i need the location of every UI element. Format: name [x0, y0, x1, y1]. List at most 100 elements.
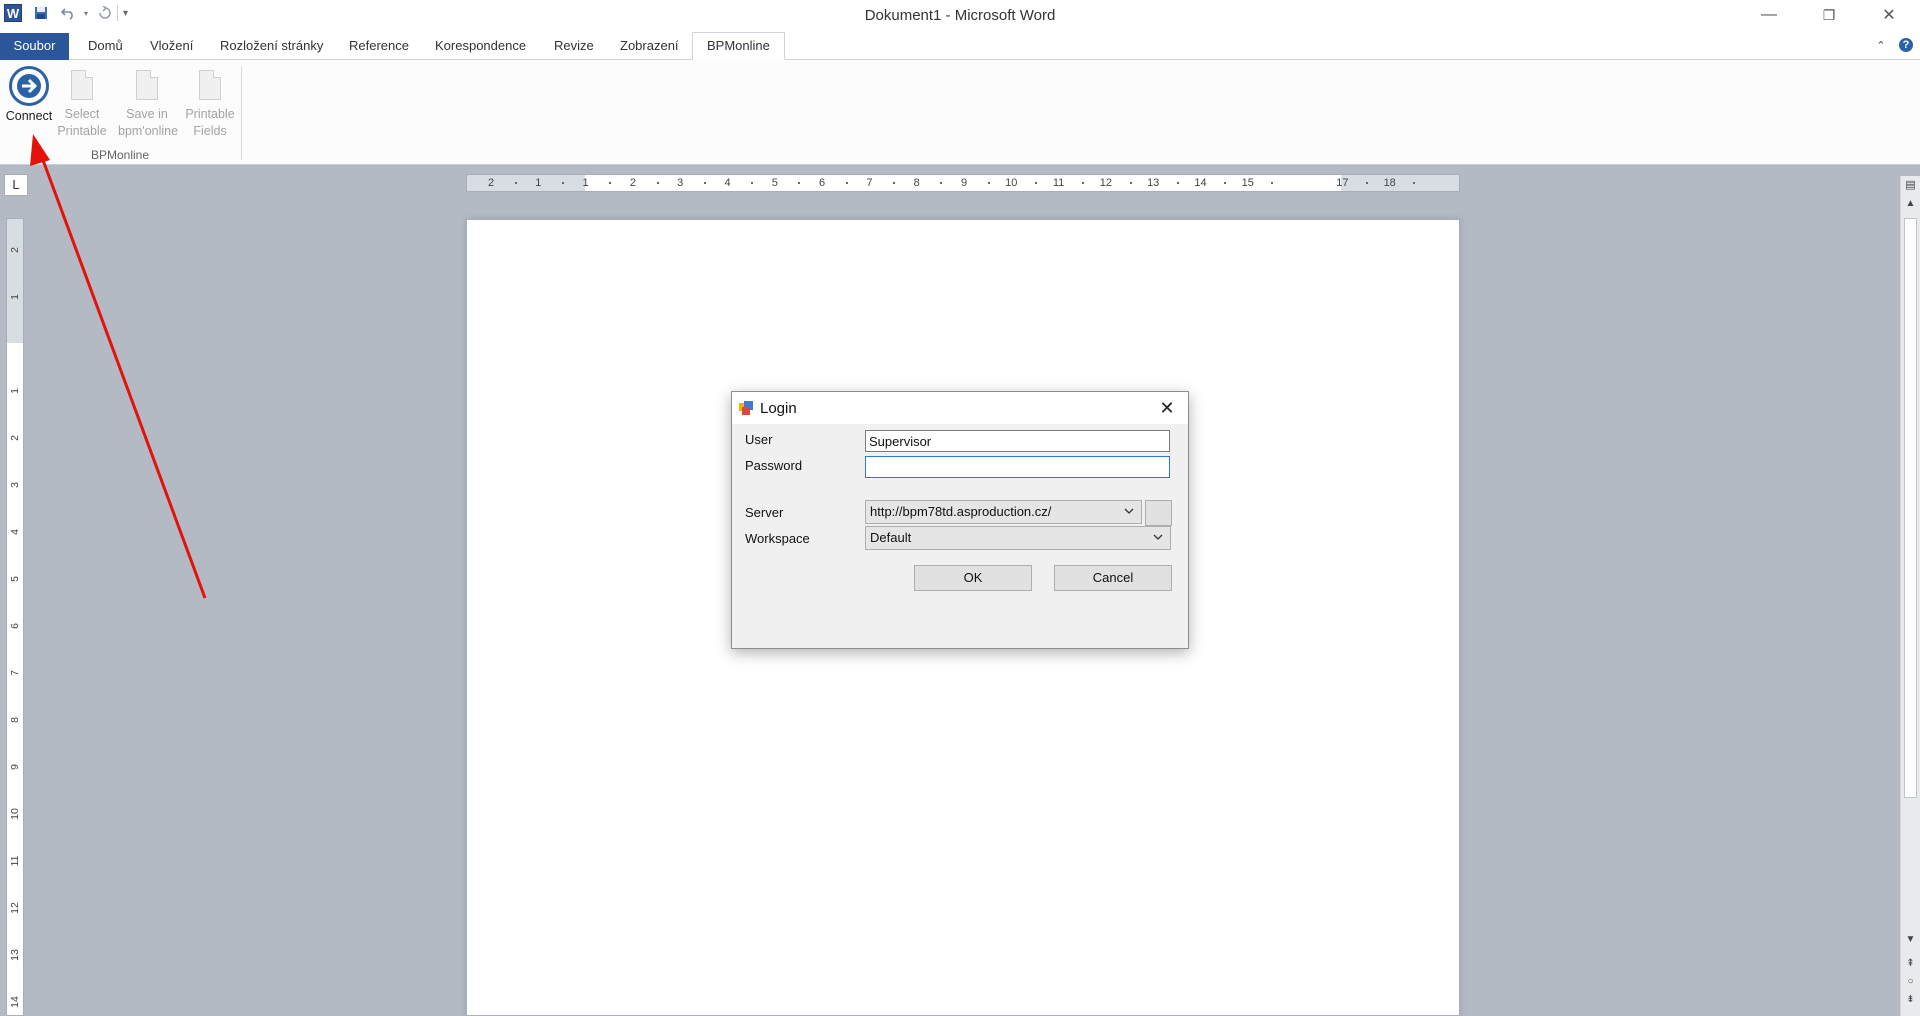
- app-window-icon: [739, 401, 753, 415]
- ruler-tick-label: 18: [1383, 177, 1396, 189]
- login-dialog: Login ✕ User Password Server http://bpm7…: [731, 391, 1189, 649]
- title-bar: W ▾ ▾ Dokument1 - Microsoft Word — ❐ ✕: [0, 0, 1920, 30]
- ruler-tick-mark: [1034, 182, 1037, 184]
- dialog-title: Login: [760, 400, 797, 417]
- ruler-tick-mark: [1176, 182, 1179, 184]
- ribbon-group-separator: [241, 66, 242, 160]
- vertical-ruler[interactable]: 2 1 1 2 3 4 5 6 7 8 9 10 11 12 13 14: [6, 218, 24, 1016]
- ruler-tick-label: 10: [9, 808, 21, 820]
- window-title: Dokument1 - Microsoft Word: [864, 7, 1056, 24]
- printable-fields-button[interactable]: Printable Fields: [182, 66, 238, 140]
- ruler-tick-label: 6: [819, 177, 826, 189]
- ruler-tick-label: 2: [487, 177, 495, 189]
- tab-references[interactable]: Reference: [335, 33, 423, 60]
- tab-mailings[interactable]: Korespondence: [421, 33, 540, 60]
- password-label: Password: [745, 458, 803, 473]
- ruler-tick-mark: [656, 182, 659, 184]
- workspace-value: Default: [870, 530, 912, 545]
- ruler-tick-label: 8: [913, 177, 920, 189]
- dialog-close-icon[interactable]: ✕: [1156, 397, 1178, 419]
- ruler-tick-label: 2: [9, 435, 21, 441]
- previous-page-icon[interactable]: ⇞: [1901, 958, 1920, 969]
- ruler-tick-mark: [1413, 182, 1416, 184]
- connect-arrow-icon: [9, 66, 49, 106]
- server-value: http://bpm78td.asproduction.cz/: [870, 504, 1052, 519]
- ribbon-group-label: BPMonline: [90, 148, 150, 162]
- save-in-bpmonline-button[interactable]: Save in bpm'online: [118, 66, 178, 140]
- ruler-tick-mark: [893, 182, 896, 184]
- tab-view[interactable]: Zobrazení: [606, 33, 693, 60]
- user-input[interactable]: [865, 430, 1170, 452]
- collapse-ribbon-icon[interactable]: ⌃: [1874, 38, 1888, 52]
- vertical-scrollbar[interactable]: ▤ ▲ ▼ ⇞ ○ ⇟: [1900, 176, 1920, 1016]
- tab-file[interactable]: Soubor: [0, 33, 69, 60]
- ruler-tick-label: 7: [866, 177, 873, 189]
- ruler-tick-mark: [1366, 182, 1369, 184]
- tab-review[interactable]: Revize: [540, 33, 608, 60]
- user-label: User: [745, 432, 773, 447]
- select-printable-button[interactable]: Select Printable: [56, 66, 108, 140]
- document-icon: [136, 70, 158, 100]
- scroll-down-icon[interactable]: ▼: [1901, 934, 1920, 945]
- ruler-tick-label: 7: [9, 670, 21, 676]
- tab-bpmonline[interactable]: BPMonline: [692, 32, 785, 61]
- ruler-toggle-icon[interactable]: ▤: [1901, 178, 1920, 191]
- connect-button[interactable]: Connect: [4, 66, 54, 125]
- chevron-down-icon: [1124, 508, 1134, 514]
- cancel-button[interactable]: Cancel: [1054, 565, 1172, 591]
- ruler-tick-label: 2: [629, 177, 636, 189]
- ruler-tick-mark: [561, 182, 564, 184]
- horizontal-ruler[interactable]: 2 1 1 2 3 4 5 6 7 8 9 10 11 12 13 14 15 17 18: [466, 174, 1460, 192]
- ruler-tick-label: 11: [1052, 177, 1065, 189]
- ruler-tick-label: 3: [9, 482, 21, 488]
- ruler-tick-label: 9: [960, 177, 968, 189]
- ruler-tick-label: 9: [9, 764, 21, 770]
- close-button[interactable]: ✕: [1860, 0, 1918, 30]
- ruler-tick-label: 10: [1005, 177, 1018, 189]
- ruler-tick-mark: [940, 182, 943, 184]
- ruler-tick-mark: [609, 182, 612, 184]
- ruler-tick-label: 4: [724, 177, 731, 189]
- ruler-tick-label: 1: [535, 177, 542, 189]
- ruler-tick-mark: [1129, 182, 1132, 184]
- ruler-tick-label: 5: [9, 576, 21, 582]
- ruler-tick-mark: [751, 182, 754, 184]
- workspace-combobox[interactable]: Default: [865, 526, 1171, 550]
- tab-page-layout[interactable]: Rozložení stránky: [206, 33, 337, 60]
- ruler-tick-mark: [1082, 182, 1085, 184]
- next-page-icon[interactable]: ⇟: [1901, 994, 1920, 1005]
- server-label: Server: [745, 505, 784, 520]
- tab-insert[interactable]: Vložení: [136, 33, 207, 60]
- scroll-up-icon[interactable]: ▲: [1901, 198, 1920, 209]
- dialog-title-bar[interactable]: Login ✕: [732, 392, 1188, 424]
- workspace-label: Workspace: [745, 531, 810, 546]
- ruler-tick-mark: [798, 182, 801, 184]
- ok-button[interactable]: OK: [914, 565, 1032, 591]
- server-browse-button[interactable]: [1145, 500, 1172, 526]
- ruler-tick-label: 1: [9, 388, 21, 394]
- ruler-tick-label: 2: [9, 247, 21, 253]
- ribbon-panel: Connect Select Printable Save in bpm'onl…: [0, 60, 1920, 165]
- document-icon: [199, 70, 221, 100]
- ruler-tick-mark: [987, 182, 990, 184]
- ruler-tick-label: 1: [582, 177, 589, 189]
- browse-object-icon[interactable]: ○: [1901, 976, 1920, 987]
- server-combobox[interactable]: http://bpm78td.asproduction.cz/: [865, 500, 1142, 524]
- password-input[interactable]: [865, 456, 1170, 478]
- ruler-tick-label: 6: [9, 623, 21, 629]
- minimize-button[interactable]: —: [1740, 0, 1798, 30]
- ruler-tick-mark: [703, 182, 706, 184]
- scrollbar-thumb[interactable]: [1904, 218, 1917, 798]
- tab-selector[interactable]: L: [4, 174, 28, 196]
- restore-button[interactable]: ❐: [1800, 0, 1858, 30]
- ruler-tick-label: 8: [9, 717, 21, 723]
- ribbon-tabs: Soubor Domů Vložení Rozložení stránky Re…: [0, 30, 1920, 61]
- ruler-tick-label: 17: [1336, 177, 1349, 189]
- ruler-tick-label: 14: [9, 996, 21, 1008]
- ruler-tick-label: 12: [1099, 177, 1113, 189]
- ruler-tick-mark: [1271, 182, 1274, 184]
- ruler-tick-label: 1: [9, 294, 21, 300]
- help-icon[interactable]: ?: [1899, 38, 1913, 52]
- ruler-tick-label: 13: [9, 949, 21, 961]
- tab-home[interactable]: Domů: [74, 33, 137, 60]
